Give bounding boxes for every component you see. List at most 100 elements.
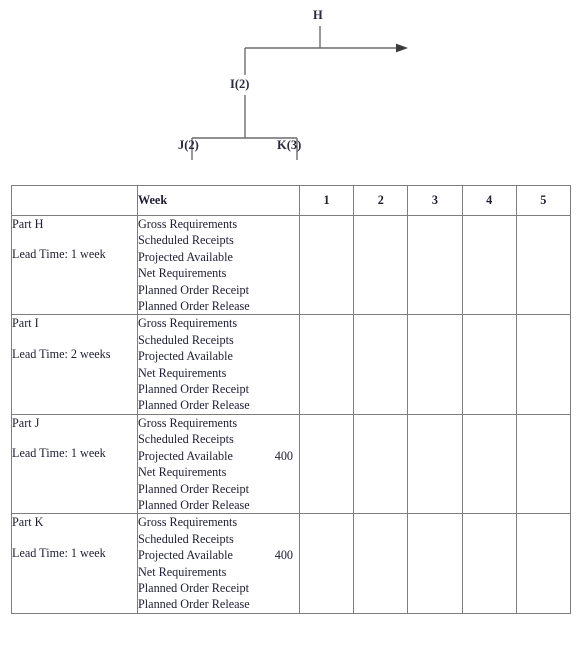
week-cell-part-k-w2[interactable]: [353, 513, 409, 614]
week-value[interactable]: [300, 564, 353, 580]
week-value[interactable]: [408, 365, 461, 381]
week-value[interactable]: [408, 497, 461, 513]
week-value[interactable]: [300, 216, 353, 232]
week-value[interactable]: [354, 282, 407, 298]
week-cell-part-h-w4[interactable]: [461, 214, 517, 316]
week-value[interactable]: [463, 531, 516, 547]
week-value[interactable]: [408, 580, 461, 596]
week-value[interactable]: [463, 348, 516, 364]
week-value[interactable]: [463, 298, 516, 314]
week-value[interactable]: [517, 531, 570, 547]
week-value[interactable]: [300, 365, 353, 381]
week-cell-part-h-w5[interactable]: [515, 214, 571, 316]
week-value[interactable]: [463, 481, 516, 497]
week-value[interactable]: [354, 232, 407, 248]
week-value[interactable]: [354, 415, 407, 431]
week-value[interactable]: [408, 448, 461, 464]
week-value[interactable]: [408, 464, 461, 480]
week-value[interactable]: [354, 348, 407, 364]
week-value[interactable]: [300, 431, 353, 447]
week-value[interactable]: [300, 249, 353, 265]
week-cell-part-i-w2[interactable]: [353, 314, 409, 415]
week-value[interactable]: [408, 531, 461, 547]
week-value[interactable]: [463, 381, 516, 397]
week-value[interactable]: [463, 431, 516, 447]
week-value[interactable]: [517, 547, 570, 563]
week-cell-part-i-w3[interactable]: [407, 314, 463, 415]
week-value[interactable]: [517, 397, 570, 413]
week-value[interactable]: [354, 448, 407, 464]
week-value[interactable]: [354, 580, 407, 596]
week-value[interactable]: [354, 381, 407, 397]
week-value[interactable]: [300, 481, 353, 497]
week-value[interactable]: [408, 249, 461, 265]
week-value[interactable]: [354, 397, 407, 413]
week-value[interactable]: [300, 332, 353, 348]
week-value[interactable]: [408, 415, 461, 431]
week-value[interactable]: [463, 282, 516, 298]
mrp-row-value[interactable]: 400: [275, 547, 299, 563]
week-value[interactable]: [517, 580, 570, 596]
week-cell-part-j-w5[interactable]: [515, 413, 571, 515]
week-value[interactable]: [463, 448, 516, 464]
week-value[interactable]: [354, 431, 407, 447]
week-value[interactable]: [408, 564, 461, 580]
week-value[interactable]: [517, 332, 570, 348]
week-cell-part-j-w3[interactable]: [407, 413, 463, 515]
week-value[interactable]: [408, 348, 461, 364]
week-value[interactable]: [408, 332, 461, 348]
week-value[interactable]: [463, 514, 516, 530]
week-value[interactable]: [354, 481, 407, 497]
week-cell-part-i-w5[interactable]: [515, 314, 571, 415]
week-value[interactable]: [300, 448, 353, 464]
week-value[interactable]: [300, 514, 353, 530]
week-value[interactable]: [463, 564, 516, 580]
week-value[interactable]: [300, 531, 353, 547]
week-value[interactable]: [517, 216, 570, 232]
week-value[interactable]: [517, 298, 570, 314]
week-value[interactable]: [463, 265, 516, 281]
week-value[interactable]: [300, 265, 353, 281]
week-value[interactable]: [300, 282, 353, 298]
week-value[interactable]: [300, 397, 353, 413]
week-value[interactable]: [463, 415, 516, 431]
week-value[interactable]: [463, 232, 516, 248]
week-value[interactable]: [300, 381, 353, 397]
week-cell-part-j-w4[interactable]: [461, 413, 517, 515]
week-value[interactable]: [408, 596, 461, 612]
week-value[interactable]: [354, 497, 407, 513]
mrp-row-value[interactable]: 400: [275, 448, 299, 464]
week-value[interactable]: [300, 464, 353, 480]
week-value[interactable]: [354, 564, 407, 580]
week-value[interactable]: [517, 282, 570, 298]
week-cell-part-h-w2[interactable]: [353, 214, 409, 316]
week-value[interactable]: [300, 415, 353, 431]
week-value[interactable]: [354, 531, 407, 547]
week-cell-part-i-w4[interactable]: [461, 314, 517, 415]
week-value[interactable]: [408, 315, 461, 331]
week-value[interactable]: [517, 464, 570, 480]
week-value[interactable]: [408, 265, 461, 281]
week-value[interactable]: [408, 381, 461, 397]
week-value[interactable]: [463, 365, 516, 381]
week-value[interactable]: [408, 232, 461, 248]
week-value[interactable]: [408, 282, 461, 298]
week-value[interactable]: [408, 481, 461, 497]
week-value[interactable]: [300, 580, 353, 596]
week-value[interactable]: [517, 596, 570, 612]
week-value[interactable]: [517, 232, 570, 248]
week-cell-part-j-w1[interactable]: [298, 413, 355, 515]
week-cell-part-h-w3[interactable]: [407, 214, 463, 316]
week-value[interactable]: [408, 547, 461, 563]
week-value[interactable]: [463, 216, 516, 232]
week-cell-part-k-w5[interactable]: [515, 513, 571, 614]
week-value[interactable]: [408, 514, 461, 530]
week-value[interactable]: [300, 497, 353, 513]
week-value[interactable]: [354, 332, 407, 348]
week-value[interactable]: [354, 298, 407, 314]
week-value[interactable]: [463, 315, 516, 331]
week-value[interactable]: [463, 580, 516, 596]
week-cell-part-i-w1[interactable]: [298, 314, 355, 415]
week-value[interactable]: [517, 415, 570, 431]
week-value[interactable]: [517, 431, 570, 447]
